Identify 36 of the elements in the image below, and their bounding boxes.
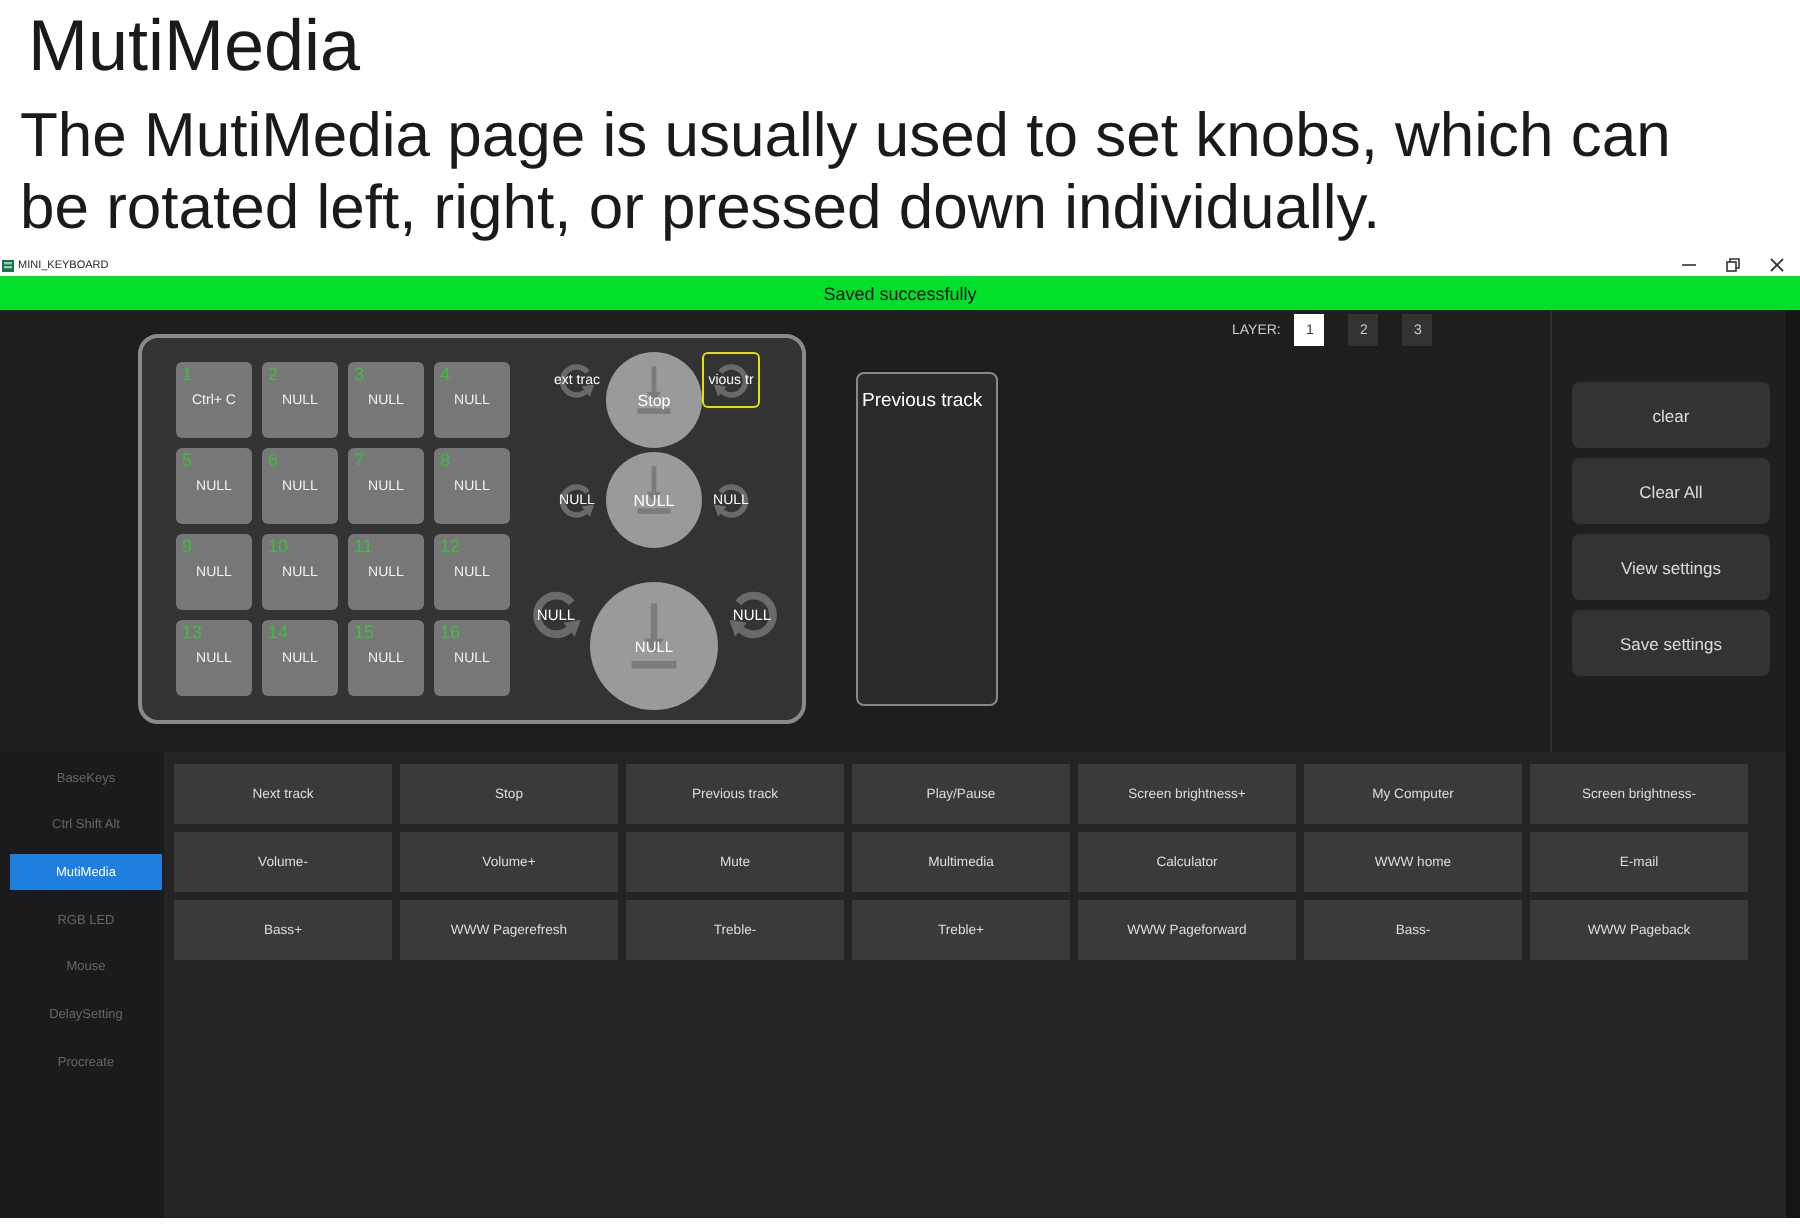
key-number: 8: [440, 450, 451, 470]
counterclockwise-arrow-icon: [528, 586, 586, 644]
key-number: 3: [354, 364, 365, 384]
minimize-icon[interactable]: [1682, 258, 1696, 272]
counterclockwise-arrow-icon: [556, 480, 598, 522]
key-number: 16: [440, 622, 461, 642]
key-number: 1: [182, 364, 193, 384]
preview-text: Previous track: [862, 390, 983, 414]
key-number: 4: [440, 364, 451, 384]
action-button[interactable]: clear: [1572, 382, 1770, 448]
action-button[interactable]: View settings: [1572, 534, 1770, 600]
counterclockwise-arrow-icon: [556, 360, 598, 402]
down-arrow-icon: [632, 464, 676, 516]
key-number: 6: [268, 450, 279, 470]
restore-icon[interactable]: [1726, 258, 1740, 272]
clockwise-arrow-icon: [724, 586, 782, 644]
clockwise-arrow-icon: [710, 480, 752, 522]
status-message: Saved successfully: [823, 283, 977, 303]
key-number: 13: [182, 622, 203, 642]
key-number: 12: [440, 536, 461, 556]
key-number: 9: [182, 536, 193, 556]
action-button[interactable]: Save settings: [1572, 610, 1770, 676]
clockwise-arrow-icon: [710, 360, 752, 402]
action-button[interactable]: Clear All: [1572, 458, 1770, 524]
key-number: 15: [354, 622, 375, 642]
close-icon[interactable]: [1770, 258, 1784, 272]
description-text: The MutiMedia page is usually used to set knobs, which can be rotated left, right, or pressed down individually.: [20, 100, 1673, 244]
app-icon: [2, 259, 14, 271]
key-number: 7: [354, 450, 365, 470]
down-arrow-icon: [632, 364, 676, 416]
page-heading: MutiMedia: [28, 4, 363, 88]
key-number: 2: [268, 364, 279, 384]
key-number: 11: [354, 536, 373, 556]
key-number: 5: [182, 450, 193, 470]
key-number: 10: [268, 536, 289, 556]
key-number: 14: [268, 622, 289, 642]
